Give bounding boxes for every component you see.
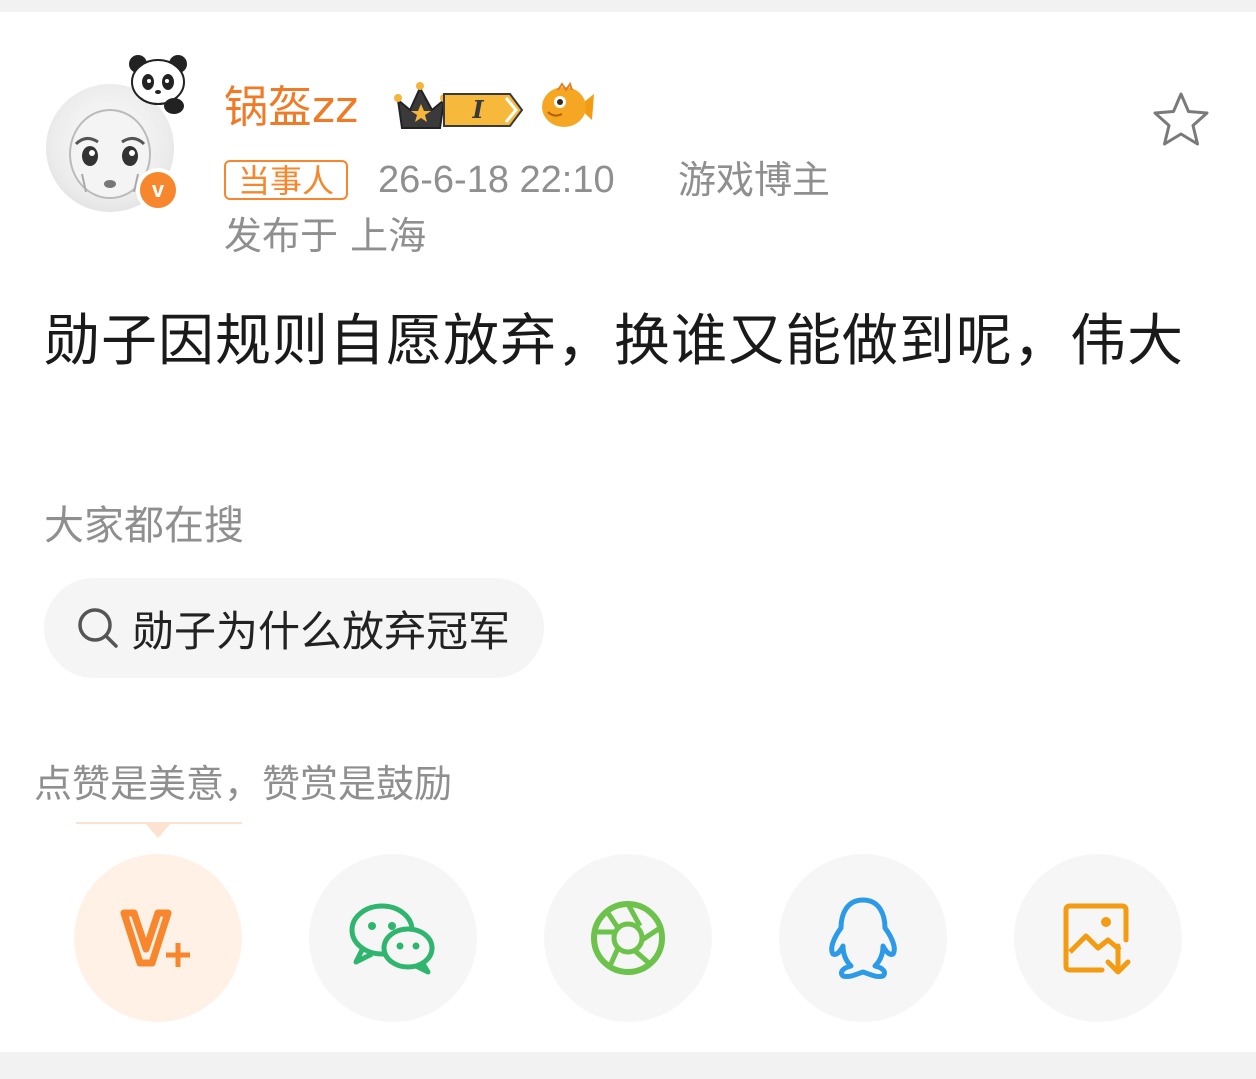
- panda-icon: [129, 55, 187, 114]
- post-location: 发布于 上海: [224, 214, 427, 258]
- share-moments-button[interactable]: [544, 854, 712, 1022]
- tip-pointer: [144, 822, 172, 838]
- share-qq-button[interactable]: [779, 854, 947, 1022]
- save-image-icon: [1063, 903, 1131, 975]
- author-role: 游戏博主: [678, 158, 831, 202]
- post-card: v 锅盔zz I 当事人 26-6-18 22:10 游戏博主 发布于 上海 勋…: [0, 12, 1256, 1052]
- fish-badge-icon[interactable]: [540, 82, 596, 132]
- search-suggestion-label: 勋子为什么放弃冠军: [132, 606, 511, 656]
- author-avatar[interactable]: v: [46, 55, 188, 212]
- search-icon: [78, 608, 118, 648]
- save-image-button[interactable]: [1014, 854, 1182, 1022]
- post-time: 26-6-18 22:10: [378, 159, 615, 201]
- author-name[interactable]: 锅盔zz: [224, 76, 358, 140]
- moments-icon: [591, 901, 665, 975]
- reward-button[interactable]: [74, 854, 242, 1022]
- search-heading: 大家都在搜: [44, 503, 244, 549]
- reward-v-plus-icon: [120, 909, 190, 967]
- search-suggestion-chip[interactable]: 勋子为什么放弃冠军: [44, 578, 545, 678]
- role-tag: 当事人: [224, 160, 349, 200]
- verified-icon: v: [136, 168, 180, 212]
- wechat-icon: [349, 903, 435, 975]
- crown-level-badge-icon[interactable]: I: [394, 80, 528, 134]
- star-icon[interactable]: [1150, 90, 1212, 150]
- post-content: 勋子因规则自愿放弃，换谁又能做到呢，伟大: [44, 309, 1184, 374]
- reward-tip: 点赞是美意，赞赏是鼓励: [34, 762, 453, 806]
- level-badge-text: I: [471, 95, 484, 124]
- qq-icon: [829, 897, 897, 979]
- share-wechat-button[interactable]: [309, 854, 477, 1022]
